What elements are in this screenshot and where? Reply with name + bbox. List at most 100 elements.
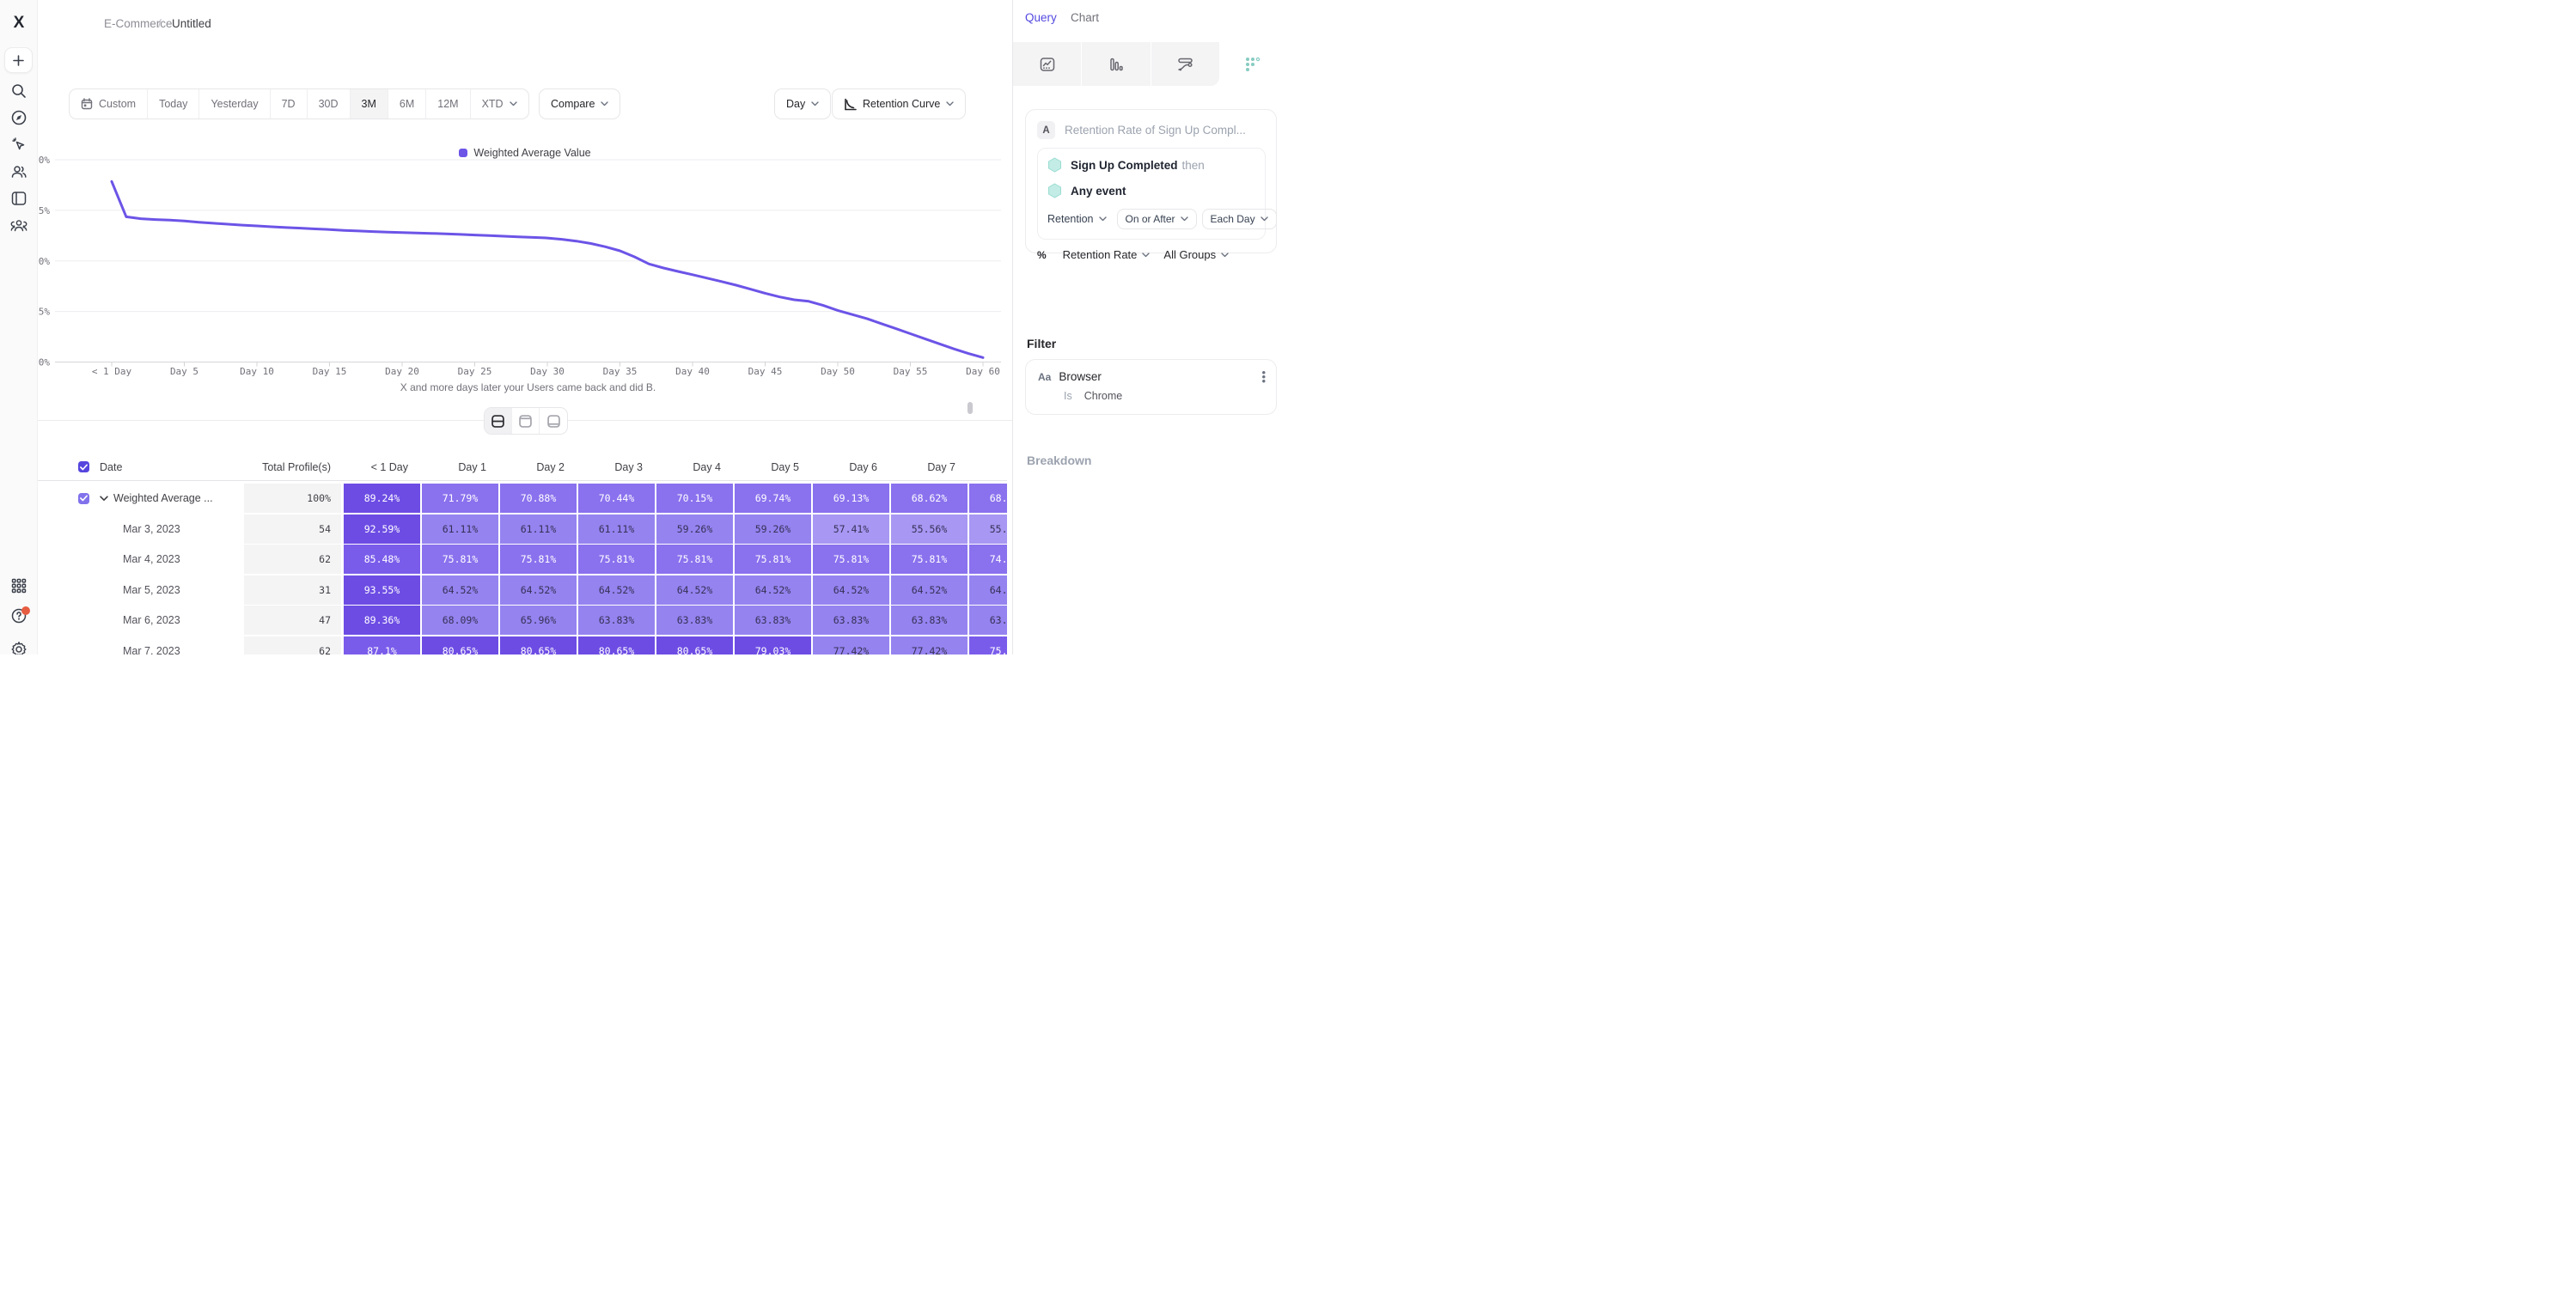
- retention-cell[interactable]: 69.13%: [813, 484, 889, 513]
- users-icon[interactable]: [10, 164, 27, 180]
- retention-cell[interactable]: 89.24%: [344, 484, 420, 513]
- column-header-day[interactable]: Day 3: [578, 454, 655, 481]
- retention-cell[interactable]: 68.62%: [891, 484, 968, 513]
- column-header-date[interactable]: Date: [100, 461, 244, 473]
- retention-cell[interactable]: 75.81%: [422, 545, 498, 574]
- retention-cell[interactable]: 59.26%: [735, 514, 811, 544]
- retention-cell[interactable]: 87.1%: [344, 636, 420, 655]
- groups-dropdown[interactable]: All Groups: [1163, 248, 1229, 261]
- retention-cell[interactable]: 63.83%: [813, 606, 889, 635]
- retention-mode-dropdown[interactable]: Retention: [1047, 213, 1107, 225]
- new-report-button[interactable]: [4, 47, 33, 73]
- query-title[interactable]: Retention Rate of Sign Up Compl...: [1065, 124, 1246, 137]
- range-6m[interactable]: 6M: [388, 89, 426, 119]
- range-3m[interactable]: 3M: [351, 89, 388, 119]
- column-header-day[interactable]: Day 5: [735, 454, 811, 481]
- retention-cell[interactable]: 61.11%: [422, 514, 498, 544]
- filter-value[interactable]: Chrome: [1084, 390, 1122, 402]
- retention-cell[interactable]: 61.11%: [578, 514, 655, 544]
- retention-cell[interactable]: 64.52%: [578, 575, 655, 605]
- retention-cell[interactable]: 64.52%: [500, 575, 577, 605]
- retention-cell[interactable]: 55.56%: [891, 514, 968, 544]
- operator-dropdown[interactable]: On or After: [1117, 209, 1197, 229]
- retention-cell[interactable]: 61.11%: [500, 514, 577, 544]
- retention-cell[interactable]: 64.52%: [969, 575, 1007, 605]
- retention-cell[interactable]: 75.81%: [578, 545, 655, 574]
- retention-cell[interactable]: 93.55%: [344, 575, 420, 605]
- column-header-day[interactable]: Day 6: [813, 454, 889, 481]
- event-step-1[interactable]: Sign Up Completedthen: [1047, 157, 1255, 173]
- breadcrumb-report-title[interactable]: Untitled: [172, 17, 211, 30]
- column-header-total[interactable]: Total Profile(s): [244, 454, 341, 481]
- retention-cell[interactable]: 57.41%: [813, 514, 889, 544]
- column-header-day[interactable]: Day 4: [656, 454, 733, 481]
- retention-cell[interactable]: 92.59%: [344, 514, 420, 544]
- retention-grid-icon[interactable]: [1219, 42, 1288, 86]
- expand-row-icon[interactable]: [100, 496, 113, 502]
- retention-cell[interactable]: 63.83%: [656, 606, 733, 635]
- filter-property[interactable]: Browser: [1059, 370, 1254, 383]
- filter-operator[interactable]: Is: [1064, 390, 1072, 402]
- retention-cell[interactable]: 75.81%: [500, 545, 577, 574]
- magic-cursor-icon[interactable]: [10, 137, 27, 153]
- select-all-checkbox[interactable]: [78, 461, 89, 472]
- settings-gear-icon[interactable]: [10, 641, 27, 654]
- retention-cell[interactable]: 64.52%: [891, 575, 968, 605]
- retention-cell[interactable]: 63.83%: [578, 606, 655, 635]
- range-7d[interactable]: 7D: [271, 89, 308, 119]
- retention-cell[interactable]: 70.44%: [578, 484, 655, 513]
- retention-cell[interactable]: 77.42%: [813, 636, 889, 655]
- range-yesterday[interactable]: Yesterday: [199, 89, 270, 119]
- range-custom[interactable]: Custom: [70, 89, 148, 119]
- column-header-day[interactable]: Day 1: [422, 454, 498, 481]
- retention-cell[interactable]: 68.09%: [422, 606, 498, 635]
- layout-toggle-split-view[interactable]: [485, 408, 512, 434]
- retention-cell[interactable]: 74.19%: [969, 545, 1007, 574]
- event-step-2[interactable]: Any event: [1047, 183, 1255, 198]
- retention-cell[interactable]: 75.81%: [891, 545, 968, 574]
- table-scrollbar-thumb[interactable]: [968, 402, 973, 414]
- retention-cell[interactable]: 75.81%: [813, 545, 889, 574]
- retention-cell[interactable]: 63.83%: [891, 606, 968, 635]
- filter-card[interactable]: Aa Browser ••• Is Chrome: [1025, 359, 1277, 415]
- chart-view-dropdown[interactable]: Retention Curve: [832, 88, 966, 119]
- column-header-day[interactable]: Day 2: [500, 454, 577, 481]
- retention-cell[interactable]: 75.81%: [656, 545, 733, 574]
- apps-grid-icon[interactable]: [11, 579, 26, 594]
- granularity-dropdown[interactable]: Day: [774, 88, 831, 119]
- retention-cell[interactable]: 68.15%: [969, 484, 1007, 513]
- compass-icon[interactable]: [10, 110, 27, 126]
- measure-dropdown[interactable]: Retention Rate: [1063, 248, 1151, 261]
- layout-toggle-table-bottom[interactable]: [540, 408, 567, 434]
- retention-cell[interactable]: 64.52%: [422, 575, 498, 605]
- window-dropdown[interactable]: Each Day: [1202, 209, 1277, 229]
- retention-cell[interactable]: 63.83%: [969, 606, 1007, 635]
- line-chart-icon[interactable]: [1013, 42, 1082, 86]
- retention-cell[interactable]: 79.03%: [735, 636, 811, 655]
- column-header-day[interactable]: Day 7: [891, 454, 968, 481]
- range-xtd[interactable]: XTD: [471, 89, 528, 119]
- kebab-menu-icon[interactable]: •••: [1261, 370, 1266, 383]
- search-icon[interactable]: [10, 83, 27, 100]
- retention-cell[interactable]: 55.56%: [969, 514, 1007, 544]
- retention-cell[interactable]: 75.81%: [969, 636, 1007, 655]
- column-header-day[interactable]: < 1 Day: [344, 454, 420, 481]
- range-12m[interactable]: 12M: [426, 89, 470, 119]
- app-logo-icon[interactable]: X: [14, 14, 24, 33]
- retention-cell[interactable]: 64.52%: [735, 575, 811, 605]
- tab-chart[interactable]: Chart: [1071, 11, 1099, 24]
- column-header-day[interactable]: [969, 454, 1007, 481]
- range-30d[interactable]: 30D: [308, 89, 351, 119]
- team-icon[interactable]: [9, 217, 27, 234]
- row-checkbox[interactable]: [78, 493, 89, 504]
- retention-cell[interactable]: 64.52%: [656, 575, 733, 605]
- retention-line-chart[interactable]: 100%75%50%25%0%< 1 DayDay 5Day 10Day 15D…: [38, 146, 1012, 399]
- retention-cell[interactable]: 85.48%: [344, 545, 420, 574]
- retention-cell[interactable]: 89.36%: [344, 606, 420, 635]
- retention-cell[interactable]: 64.52%: [813, 575, 889, 605]
- retention-cell[interactable]: 80.65%: [578, 636, 655, 655]
- flow-chart-icon[interactable]: [1151, 42, 1219, 86]
- retention-cell[interactable]: 70.15%: [656, 484, 733, 513]
- retention-cell[interactable]: 69.74%: [735, 484, 811, 513]
- side-panel-icon[interactable]: [11, 191, 27, 206]
